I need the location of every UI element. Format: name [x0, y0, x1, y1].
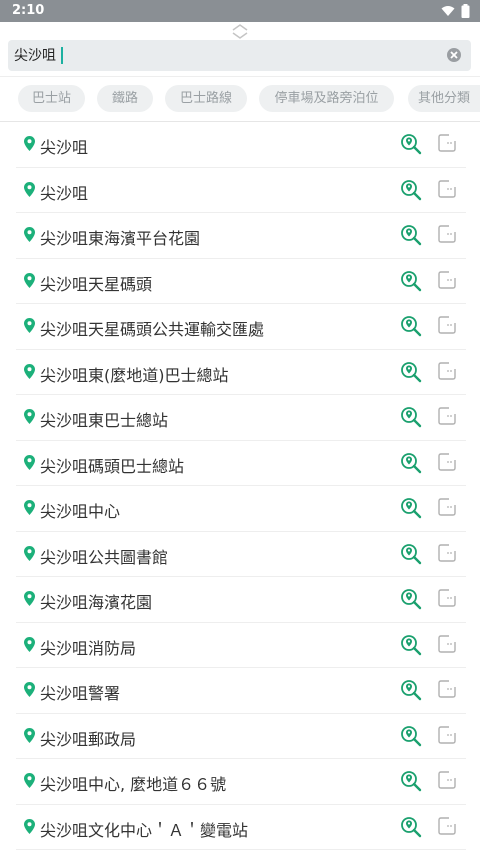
result-row[interactable]: 尖沙咀公共圖書館	[16, 532, 466, 577]
map-pin-icon	[24, 409, 35, 424]
zoom-in-map-icon[interactable]	[400, 588, 422, 610]
square-action-icon[interactable]	[438, 771, 456, 789]
result-label: 尖沙咀天星碼頭	[40, 274, 153, 294]
map-pin-icon	[24, 181, 35, 197]
chip-railway[interactable]: 鐵路	[97, 85, 153, 112]
result-label: 尖沙咀公共圖書館	[40, 547, 169, 567]
result-label: 尖沙咀警署	[40, 684, 121, 703]
square-action-icon[interactable]	[438, 634, 456, 653]
zoom-in-map-icon[interactable]	[400, 315, 422, 337]
result-label: 尖沙咀天星碼頭公共運輸交匯處	[40, 320, 265, 339]
result-row[interactable]: 尖沙咀碼頭巴士總站	[16, 441, 466, 486]
result-row[interactable]: 尖沙咀東(麼地道)巴士總站	[16, 350, 466, 395]
square-action-icon[interactable]	[438, 179, 456, 198]
result-label: 尖沙咀文化中心＇Ａ＇變電站	[40, 820, 249, 840]
zoom-in-map-icon[interactable]	[400, 679, 422, 701]
square-action-icon[interactable]	[438, 316, 456, 334]
result-label: 尖沙咀	[40, 138, 89, 157]
header-divider	[0, 76, 480, 77]
zoom-in-map-icon[interactable]	[400, 270, 422, 292]
zoom-in-map-icon[interactable]	[400, 361, 422, 383]
result-row[interactable]: 尖沙咀天星碼頭公共運輸交匯處	[16, 304, 466, 350]
chevron-up-down-icon	[232, 24, 248, 39]
square-action-icon[interactable]	[438, 725, 456, 744]
map-pin-icon	[24, 454, 35, 470]
search-input[interactable]	[14, 44, 434, 66]
status-time: 2:10	[12, 3, 45, 18]
square-action-icon[interactable]	[438, 270, 456, 289]
wifi-icon	[441, 6, 455, 16]
result-label: 尖沙咀消防局	[40, 638, 137, 658]
zoom-in-map-icon[interactable]	[400, 725, 422, 747]
result-list: 尖沙咀 尖沙咀 尖沙咀東海濱平台花園 尖沙咀天星碼頭 尖沙咀天星碼頭公共運輸交匯…	[16, 122, 466, 850]
result-label: 尖沙咀郵政局	[40, 729, 137, 749]
chip-bus-stop[interactable]: 巴士站	[18, 85, 85, 112]
result-row[interactable]: 尖沙咀	[16, 122, 466, 168]
result-label: 尖沙咀碼頭巴士總站	[40, 456, 185, 476]
status-icons	[441, 4, 470, 18]
map-pin-icon	[24, 545, 35, 561]
map-pin-icon	[24, 727, 35, 743]
drag-handle[interactable]	[0, 22, 480, 40]
square-action-icon[interactable]	[438, 680, 456, 698]
zoom-in-map-icon[interactable]	[400, 543, 422, 565]
map-pin-icon	[24, 318, 35, 333]
map-pin-icon	[24, 272, 35, 288]
square-action-icon[interactable]	[438, 498, 456, 516]
zoom-in-map-icon[interactable]	[400, 497, 422, 519]
chip-parking[interactable]: 停車場及路旁泊位	[259, 85, 394, 112]
zoom-in-map-icon[interactable]	[400, 224, 422, 246]
zoom-in-map-icon[interactable]	[400, 816, 422, 838]
result-label: 尖沙咀東海濱平台花園	[40, 229, 201, 248]
status-bar: 2:10	[0, 0, 480, 22]
result-row[interactable]: 尖沙咀海濱花園	[16, 577, 466, 623]
result-label: 尖沙咀東巴士總站	[40, 411, 169, 430]
clear-search-icon[interactable]	[446, 47, 462, 63]
map-pin-icon	[24, 500, 35, 515]
map-pin-icon	[24, 227, 35, 242]
square-action-icon[interactable]	[438, 543, 456, 562]
result-row[interactable]: 尖沙咀文化中心＇Ａ＇變電站	[16, 805, 466, 850]
result-label: 尖沙咀中心	[40, 502, 121, 521]
square-action-icon[interactable]	[438, 225, 456, 243]
map-pin-icon	[24, 363, 35, 379]
map-pin-icon	[24, 636, 35, 652]
result-row[interactable]: 尖沙咀郵政局	[16, 714, 466, 759]
result-row[interactable]: 尖沙咀中心	[16, 486, 466, 532]
chip-other[interactable]: 其他分類	[408, 85, 480, 112]
square-action-icon[interactable]	[438, 134, 456, 152]
map-pin-icon	[24, 136, 35, 151]
zoom-in-map-icon[interactable]	[400, 179, 422, 201]
battery-icon	[461, 4, 470, 18]
result-row[interactable]: 尖沙咀消防局	[16, 623, 466, 668]
map-pin-icon	[24, 773, 35, 788]
zoom-in-map-icon[interactable]	[400, 634, 422, 656]
map-pin-icon	[24, 682, 35, 697]
square-action-icon[interactable]	[438, 407, 456, 425]
result-row[interactable]: 尖沙咀天星碼頭	[16, 259, 466, 304]
square-action-icon[interactable]	[438, 361, 456, 380]
chip-bus-route[interactable]: 巴士路線	[165, 85, 247, 112]
result-row[interactable]: 尖沙咀中心, 麼地道６６號	[16, 759, 466, 805]
text-cursor	[61, 47, 63, 64]
square-action-icon[interactable]	[438, 816, 456, 835]
zoom-in-map-icon[interactable]	[400, 406, 422, 428]
search-bar	[8, 40, 471, 71]
map-pin-icon	[24, 591, 35, 606]
category-chips: 巴士站 鐵路 巴士路線 停車場及路旁泊位 其他分類	[0, 84, 480, 114]
zoom-in-map-icon[interactable]	[400, 452, 422, 474]
square-action-icon[interactable]	[438, 589, 456, 607]
result-row[interactable]: 尖沙咀警署	[16, 668, 466, 714]
zoom-in-map-icon[interactable]	[400, 770, 422, 792]
zoom-in-map-icon[interactable]	[400, 133, 422, 155]
result-label: 尖沙咀	[40, 183, 89, 203]
result-row[interactable]: 尖沙咀	[16, 168, 466, 213]
square-action-icon[interactable]	[438, 452, 456, 471]
result-label: 尖沙咀東(麼地道)巴士總站	[40, 365, 229, 385]
result-label: 尖沙咀海濱花園	[40, 593, 153, 612]
result-row[interactable]: 尖沙咀東巴士總站	[16, 395, 466, 441]
result-row[interactable]: 尖沙咀東海濱平台花園	[16, 213, 466, 259]
map-pin-icon	[24, 818, 35, 834]
result-label: 尖沙咀中心, 麼地道６６號	[40, 775, 227, 794]
